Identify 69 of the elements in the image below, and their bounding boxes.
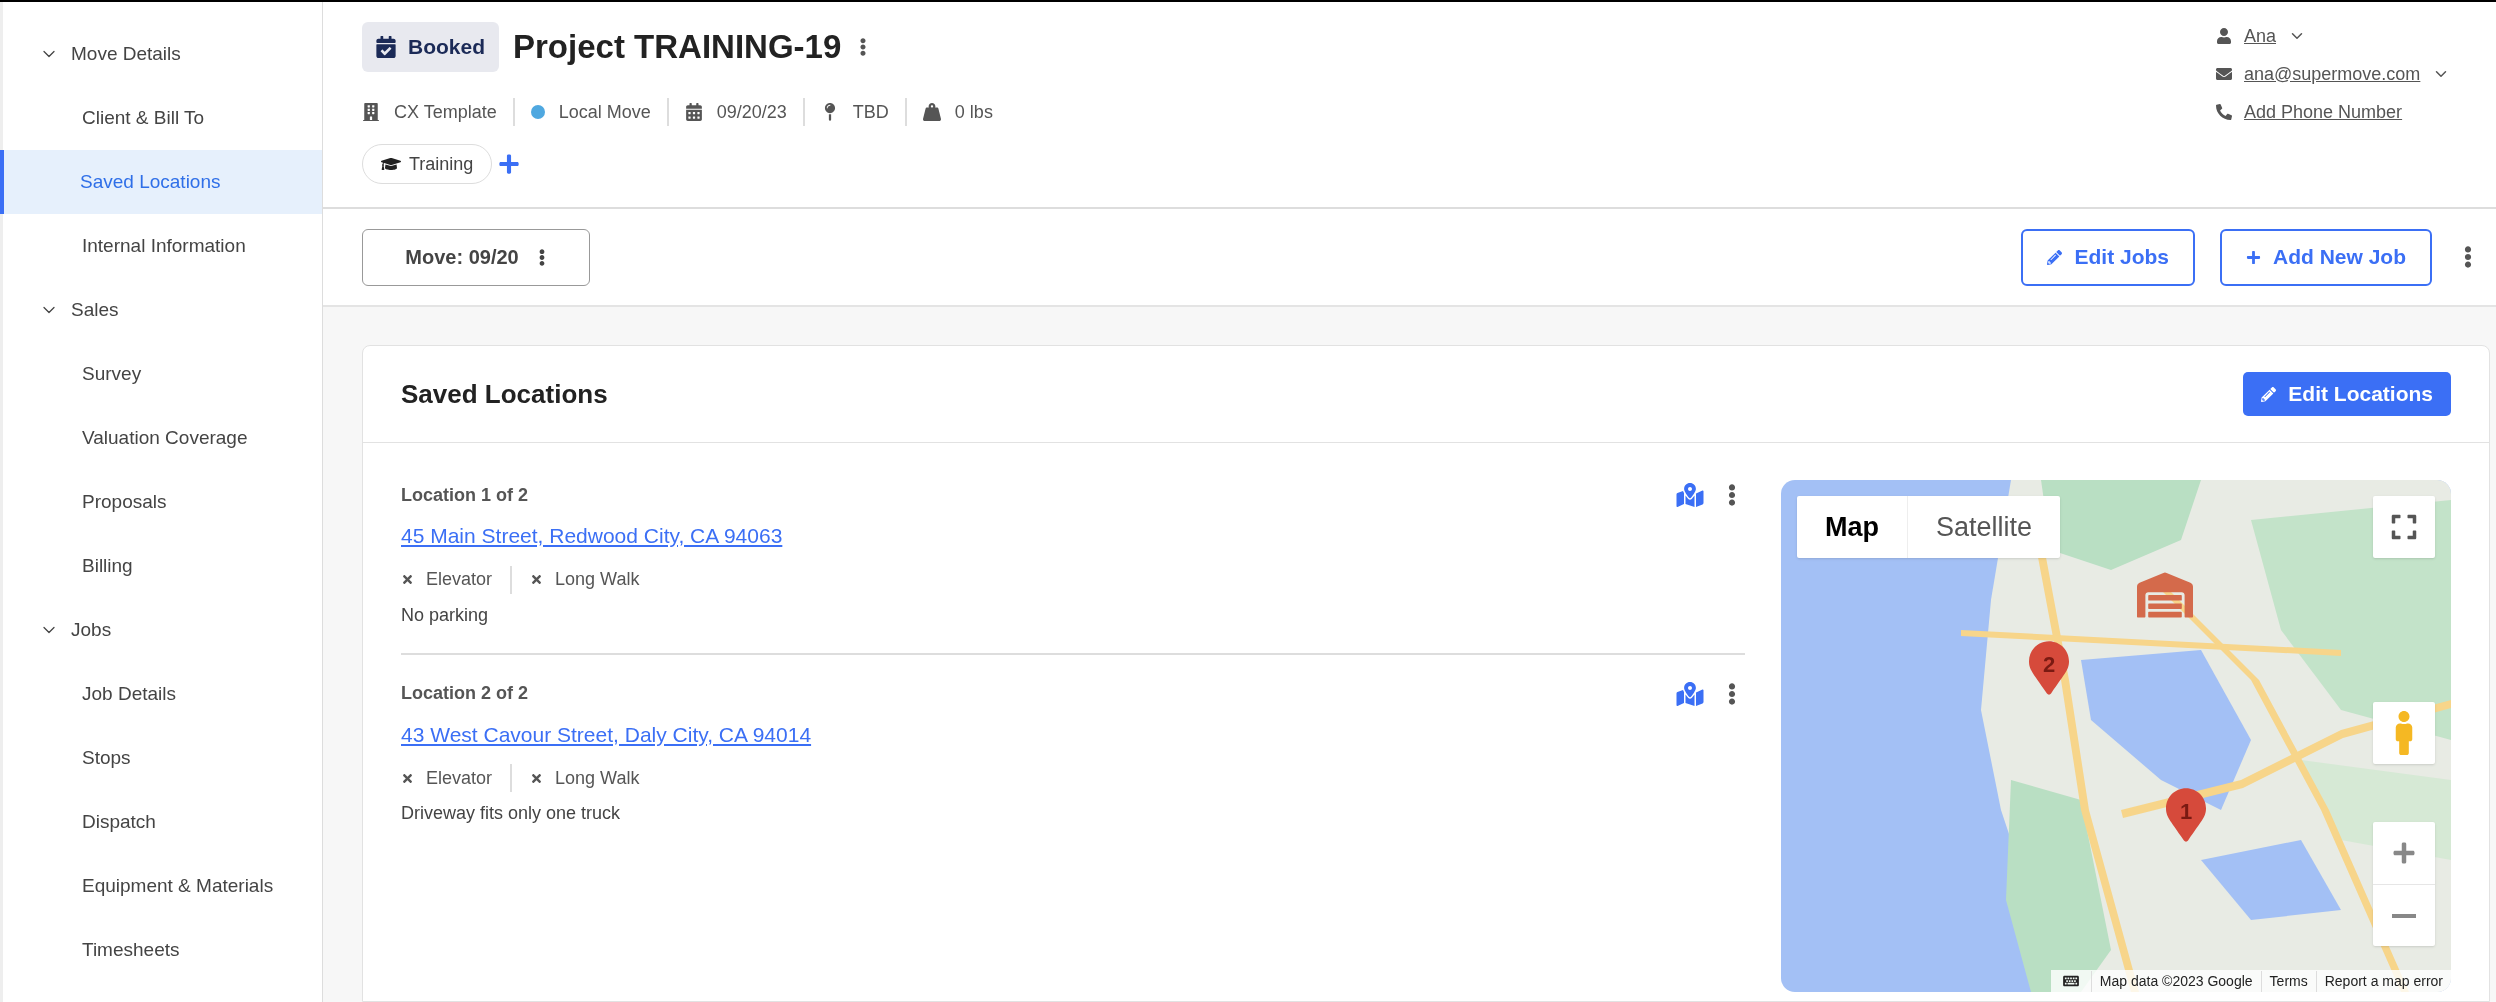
- more-icon[interactable]: [1727, 484, 1737, 506]
- sidebar-section[interactable]: Move Details: [3, 22, 322, 86]
- sidebar-item[interactable]: Survey: [3, 342, 322, 406]
- email-link[interactable]: ana@supermove.com: [2244, 60, 2421, 88]
- minus-icon: [2392, 913, 2416, 918]
- feature-label: Elevator: [426, 568, 493, 591]
- mail-icon: [2216, 66, 2232, 82]
- move-selector[interactable]: Move: 09/20: [362, 228, 590, 286]
- map-type-tab[interactable]: Map: [1797, 496, 1907, 558]
- sidebar-item[interactable]: Timesheets: [3, 918, 322, 982]
- meta-text: Local Move: [558, 100, 651, 124]
- sidebar-item[interactable]: Client & Bill To: [3, 86, 322, 150]
- building-icon: [362, 103, 380, 121]
- add-tag-icon[interactable]: [498, 153, 521, 175]
- pencil-icon: [2047, 249, 2063, 265]
- sidebar-section[interactable]: Jobs: [3, 598, 322, 662]
- sidebar-item[interactable]: Equipment & Materials: [3, 854, 322, 918]
- phone-icon: [2216, 104, 2232, 120]
- edit-jobs-button[interactable]: Edit Jobs: [2021, 228, 2195, 286]
- map-type-tab[interactable]: Satellite: [1907, 496, 2061, 558]
- map-link[interactable]: Report a map error: [2315, 970, 2451, 992]
- pin-icon: [2029, 640, 2069, 696]
- user-name-link[interactable]: Ana: [2244, 22, 2277, 50]
- sidebar-item[interactable]: Stops: [3, 726, 322, 790]
- plus-icon: [2392, 841, 2416, 865]
- meta-text: CX Template: [394, 100, 497, 124]
- fullscreen-icon: [2390, 513, 2418, 541]
- address-link[interactable]: 45 Main Street, Redwood City, CA 94063: [401, 520, 783, 552]
- project-title: Project TRAINING-19: [513, 27, 842, 68]
- sidebar-item[interactable]: Job Details: [3, 662, 322, 726]
- location-note: Driveway fits only one truck: [401, 802, 622, 825]
- add-job-button[interactable]: Add New Job: [2220, 228, 2432, 286]
- calendar-icon: [684, 103, 703, 121]
- weight-icon: [922, 103, 941, 121]
- sidebar-item[interactable]: Valuation Coverage: [3, 406, 322, 470]
- map-icon[interactable]: [1675, 483, 1705, 507]
- more-icon[interactable]: [1727, 682, 1737, 705]
- map-view[interactable]: Map Satellite 2 1 Map data ©2023 Google Terms Report a map error: [1781, 480, 2451, 992]
- map-link[interactable]: Terms: [2260, 970, 2316, 992]
- sidebar-item[interactable]: Billing: [3, 534, 322, 598]
- map-attribution: Map data ©2023 Google: [2090, 970, 2261, 992]
- feature-label: Elevator: [426, 766, 493, 790]
- address-link[interactable]: 43 West Cavour Street, Daly City, CA 94014: [401, 718, 812, 750]
- pin-icon: [2166, 787, 2206, 843]
- pencil-icon: [2261, 386, 2277, 402]
- feature-label: Long Walk: [555, 766, 640, 790]
- meta-text: TBD: [852, 100, 889, 124]
- fullscreen-button[interactable]: [2373, 496, 2435, 558]
- location-heading: Location 1 of 2: [401, 483, 528, 507]
- phone-link[interactable]: Add Phone Number: [2244, 98, 2403, 126]
- more-icon[interactable]: [2462, 246, 2474, 268]
- sidebar-item[interactable]: Dispatch: [3, 790, 322, 854]
- calendar-check-icon: [376, 36, 396, 58]
- status-badge: Booked: [362, 22, 499, 72]
- sidebar-item[interactable]: Internal Information: [3, 214, 322, 278]
- user-icon: [2216, 28, 2232, 44]
- location-note: No parking: [401, 603, 490, 627]
- card-title: Saved Locations: [401, 377, 608, 411]
- map-icon[interactable]: [1675, 681, 1705, 706]
- sidebar-item[interactable]: Proposals: [3, 470, 322, 534]
- sidebar-section[interactable]: Sales: [3, 278, 322, 342]
- sidebar-item[interactable]: Saved Locations: [0, 150, 322, 214]
- edit-locations-button[interactable]: Edit Locations: [2243, 372, 2451, 416]
- keyboard-icon[interactable]: [2060, 974, 2081, 988]
- location-heading: Location 2 of 2: [401, 682, 528, 705]
- meta-text: 09/20/23: [716, 100, 787, 124]
- feature-label: Long Walk: [555, 568, 640, 591]
- meta-text: 0 lbs: [954, 100, 993, 124]
- plus-icon: [2246, 249, 2261, 265]
